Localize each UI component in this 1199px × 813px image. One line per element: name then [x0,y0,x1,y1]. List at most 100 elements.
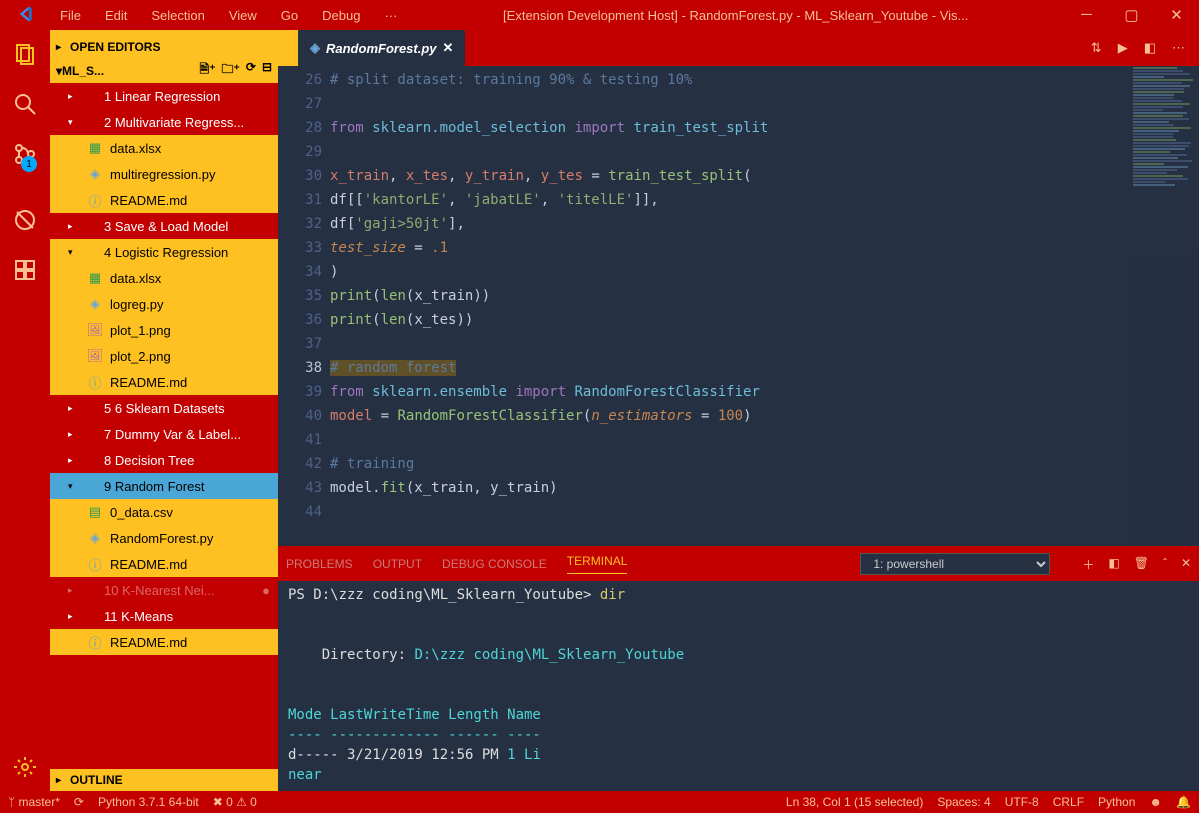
folder-4-logistic-regression[interactable]: ▾4 Logistic Regression [50,239,278,265]
file-data-xlsx[interactable]: ▦data.xlsx [50,135,278,161]
md-icon: ⓘ [86,373,104,392]
folder-10-k-nearest-nei-[interactable]: ▸10 K-Nearest Nei...● [50,577,278,603]
py-icon: ◈ [86,296,104,312]
file-0_data-csv[interactable]: ▤0_data.csv [50,499,278,525]
explorer-sidebar: ▸OPEN EDITORS ▾ML_S... 🗎⁺ 🗀⁺ ⟳ ⊟ ▸1 Line… [50,30,278,791]
img-icon: 🖼 [86,322,104,338]
maximize-button[interactable]: ▢ [1109,6,1154,24]
editor-tab[interactable]: ◈ RandomForest.py ✕ [298,30,465,66]
folder-3-save-load-model[interactable]: ▸3 Save & Load Model [50,213,278,239]
menu-view[interactable]: View [219,4,267,27]
new-terminal-icon[interactable]: ＋ [1082,556,1094,573]
file-multiregression-py[interactable]: ◈multiregression.py [50,161,278,187]
split-terminal-icon[interactable]: ◧ [1108,556,1119,573]
status-bar: ᛘ master* ⟳ Python 3.7.1 64-bit ✖ 0 ⚠ 0 … [0,791,1199,813]
eol-status[interactable]: CRLF [1053,795,1084,809]
more-icon[interactable]: ⋯ [1172,40,1185,56]
python-file-icon: ◈ [310,40,320,56]
menu-bar: File Edit Selection View Go Debug ··· [50,4,407,27]
menu-file[interactable]: File [50,4,91,27]
collapse-icon[interactable]: ⊟ [262,60,272,81]
kill-terminal-icon[interactable]: 🗑 [1134,556,1149,573]
project-header[interactable]: ▾ML_S... 🗎⁺ 🗀⁺ ⟳ ⊟ [50,58,278,83]
tab-bar: ◈ RandomForest.py ✕ ⇅ ▶ ◧ ⋯ [278,30,1199,66]
git-branch[interactable]: ᛘ master* [8,795,60,809]
panel-tab-debug[interactable]: DEBUG CONSOLE [442,557,547,571]
outline-section[interactable]: ▸OUTLINE [50,769,278,791]
refresh-icon[interactable]: ⟳ [246,60,256,81]
csv-icon: ▤ [86,504,104,520]
file-readme-md[interactable]: ⓘREADME.md [50,369,278,395]
md-icon: ⓘ [86,191,104,210]
panel-close-icon[interactable]: ✕ [1181,556,1191,573]
folder-1-linear-regression[interactable]: ▸1 Linear Regression [50,83,278,109]
md-icon: ⓘ [86,633,104,652]
xlsx-icon: ▦ [86,140,104,156]
menu-edit[interactable]: Edit [95,4,137,27]
new-folder-icon[interactable]: 🗀⁺ [222,60,240,81]
indent-status[interactable]: Spaces: 4 [937,795,990,809]
run-icon[interactable]: ▶ [1118,40,1128,56]
window-title: [Extension Development Host] - RandomFor… [407,8,1064,23]
panel-up-icon[interactable]: ˆ [1163,556,1167,573]
minimap[interactable] [1129,66,1199,546]
file-plot_2-png[interactable]: 🖼plot_2.png [50,343,278,369]
sync-icon[interactable]: ⟳ [74,795,84,809]
folder-2-multivariate-regress-[interactable]: ▾2 Multivariate Regress... [50,109,278,135]
extensions-icon[interactable] [11,256,39,284]
debug-icon[interactable] [11,206,39,234]
split-icon[interactable]: ◧ [1144,40,1156,56]
file-readme-md[interactable]: ⓘREADME.md [50,629,278,655]
settings-icon[interactable] [11,753,39,781]
menu-more[interactable]: ··· [374,4,407,27]
terminal[interactable]: PS D:\zzz coding\ML_Sklearn_Youtube> dir… [278,581,1199,791]
language-status[interactable]: Python [1098,795,1135,809]
scm-icon[interactable]: 1 [11,140,39,184]
cursor-position[interactable]: Ln 38, Col 1 (15 selected) [786,795,923,809]
py-icon: ◈ [86,166,104,182]
problems-status[interactable]: ✖ 0 ⚠ 0 [213,795,257,809]
md-icon: ⓘ [86,555,104,574]
xlsx-icon: ▦ [86,270,104,286]
py-icon: ◈ [86,530,104,546]
file-data-xlsx[interactable]: ▦data.xlsx [50,265,278,291]
scm-badge: 1 [21,156,37,172]
explorer-icon[interactable] [11,40,39,68]
file-randomforest-py[interactable]: ◈RandomForest.py [50,525,278,551]
search-icon[interactable] [11,90,39,118]
file-plot_1-png[interactable]: 🖼plot_1.png [50,317,278,343]
folder-8-decision-tree[interactable]: ▸8 Decision Tree [50,447,278,473]
file-logreg-py[interactable]: ◈logreg.py [50,291,278,317]
menu-go[interactable]: Go [271,4,308,27]
menu-debug[interactable]: Debug [312,4,370,27]
panel-tab-terminal[interactable]: TERMINAL [567,554,628,574]
img-icon: 🖼 [86,348,104,364]
new-file-icon[interactable]: 🗎⁺ [200,60,216,81]
close-button[interactable]: ✕ [1154,6,1199,24]
tab-close-icon[interactable]: ✕ [443,40,454,56]
code-editor[interactable]: 26272829303132333435363738394041424344 #… [278,66,1199,546]
folder-5-6-sklearn-datasets[interactable]: ▸5 6 Sklearn Datasets [50,395,278,421]
encoding-status[interactable]: UTF-8 [1005,795,1039,809]
panel-tab-output[interactable]: OUTPUT [373,557,422,571]
title-bar: File Edit Selection View Go Debug ··· [E… [0,0,1199,30]
feedback-icon[interactable]: ☻ [1149,795,1162,809]
editor-area: ◈ RandomForest.py ✕ ⇅ ▶ ◧ ⋯ 262728293031… [278,30,1199,791]
bottom-panel: PROBLEMS OUTPUT DEBUG CONSOLE TERMINAL 1… [278,546,1199,791]
minimize-button[interactable]: ─ [1064,6,1109,24]
file-readme-md[interactable]: ⓘREADME.md [50,187,278,213]
compare-icon[interactable]: ⇅ [1091,40,1102,56]
open-editors-section[interactable]: ▸OPEN EDITORS [50,36,278,58]
bell-icon[interactable]: 🔔 [1176,795,1191,809]
file-readme-md[interactable]: ⓘREADME.md [50,551,278,577]
menu-selection[interactable]: Selection [141,4,214,27]
terminal-select[interactable]: 1: powershell [860,553,1050,575]
python-interpreter[interactable]: Python 3.7.1 64-bit [98,795,199,809]
file-tree: ▸1 Linear Regression▾2 Multivariate Regr… [50,83,278,769]
activity-bar: 1 [0,30,50,791]
vscode-icon [0,5,50,26]
folder-7-dummy-var-label-[interactable]: ▸7 Dummy Var & Label... [50,421,278,447]
folder-9-random-forest[interactable]: ▾9 Random Forest [50,473,278,499]
panel-tab-problems[interactable]: PROBLEMS [286,557,353,571]
folder-11-k-means[interactable]: ▸11 K-Means [50,603,278,629]
